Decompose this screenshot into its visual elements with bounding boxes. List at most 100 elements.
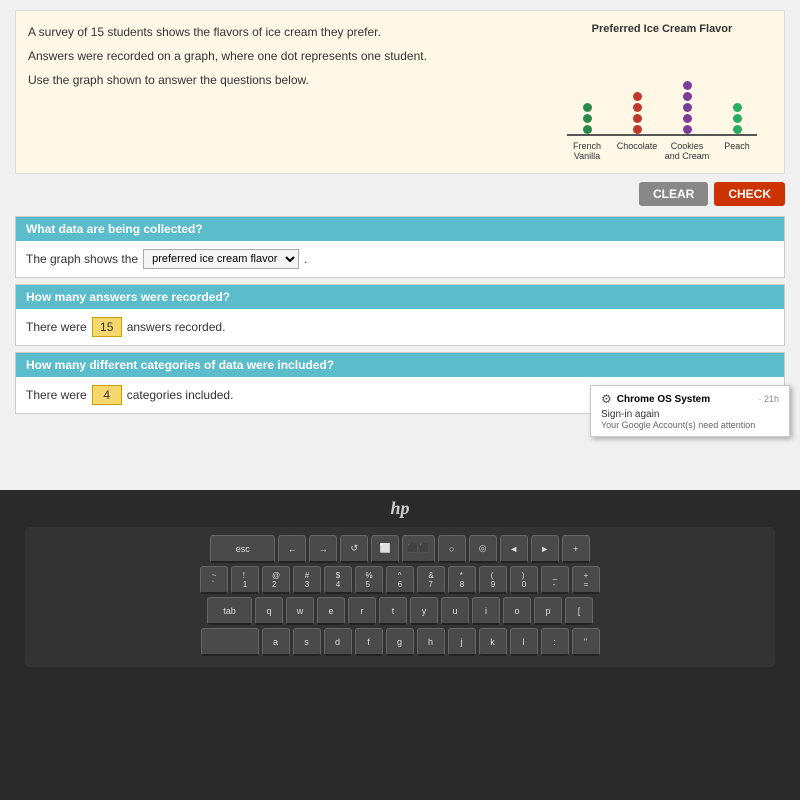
notification-header: ⚙ Chrome OS System · 21h — [601, 392, 779, 406]
problem-section: A survey of 15 students shows the flavor… — [15, 10, 785, 174]
gear-icon: ⚙ — [601, 392, 612, 406]
question-2-body: There were 15 answers recorded. — [16, 309, 784, 345]
key-t[interactable]: t — [379, 597, 407, 625]
label-cookies: Cookiesand Cream — [665, 141, 710, 161]
notification-body: Sign-in again Your Google Account(s) nee… — [601, 409, 779, 430]
key-7[interactable]: &7 — [417, 566, 445, 594]
clear-button[interactable]: CLEAR — [639, 182, 708, 206]
key-refresh[interactable]: ↺ — [340, 535, 368, 563]
question-2-suffix: answers recorded. — [127, 320, 226, 334]
key-r[interactable]: r — [348, 597, 376, 625]
key-semicolon[interactable]: : — [541, 628, 569, 656]
key-bracket-open[interactable]: [ — [565, 597, 593, 625]
key-3[interactable]: #3 — [293, 566, 321, 594]
label-peach: Peach — [715, 141, 760, 161]
dot — [683, 125, 692, 134]
question-3-answer: 4 — [92, 385, 122, 405]
axis-labels: FrenchVanilla Chocolate Cookiesand Cream… — [562, 141, 762, 161]
key-brightness-down[interactable]: ○ — [438, 535, 466, 563]
key-vol-down[interactable]: ◄ — [500, 535, 528, 563]
question-1-body: The graph shows the preferred ice cream … — [16, 241, 784, 277]
key-6[interactable]: ^6 — [386, 566, 414, 594]
key-9[interactable]: (9 — [479, 566, 507, 594]
notification-title: Chrome OS System — [617, 394, 754, 405]
key-5[interactable]: %5 — [355, 566, 383, 594]
key-windows[interactable]: ⬛⬛ — [402, 535, 434, 563]
chocolate-column — [615, 92, 660, 134]
label-chocolate: Chocolate — [615, 141, 660, 161]
key-w[interactable]: w — [286, 597, 314, 625]
question-1-select[interactable]: preferred ice cream flavor — [143, 249, 299, 269]
key-p[interactable]: p — [534, 597, 562, 625]
cookies-column — [665, 81, 710, 134]
key-forward[interactable]: → — [309, 535, 337, 563]
key-fullscreen[interactable]: ⬜ — [371, 535, 399, 563]
question-1-suffix: . — [304, 252, 307, 266]
dot — [683, 92, 692, 101]
french-vanilla-column — [565, 103, 610, 134]
peach-column — [715, 103, 760, 134]
key-8[interactable]: *8 — [448, 566, 476, 594]
key-a[interactable]: a — [262, 628, 290, 656]
key-tilde[interactable]: ~` — [200, 566, 228, 594]
problem-line1: A survey of 15 students shows the flavor… — [28, 23, 542, 41]
dot-plot: FrenchVanilla Chocolate Cookiesand Cream… — [562, 41, 762, 161]
axis-line — [567, 134, 757, 136]
question-1-header: What data are being collected? — [16, 217, 784, 241]
dot — [733, 103, 742, 112]
key-2[interactable]: @2 — [262, 566, 290, 594]
key-j[interactable]: j — [448, 628, 476, 656]
key-l[interactable]: l — [510, 628, 538, 656]
key-o[interactable]: o — [503, 597, 531, 625]
key-mute[interactable]: + — [562, 535, 590, 563]
key-quote[interactable]: " — [572, 628, 600, 656]
dot — [633, 103, 642, 112]
key-g[interactable]: g — [386, 628, 414, 656]
dot — [633, 92, 642, 101]
key-i[interactable]: i — [472, 597, 500, 625]
question-3-suffix: categories included. — [127, 388, 234, 402]
check-button[interactable]: CHECK — [714, 182, 785, 206]
question-3-prefix: There were — [26, 388, 87, 402]
dot — [683, 81, 692, 90]
question-1: What data are being collected? The graph… — [15, 216, 785, 278]
key-s[interactable]: s — [293, 628, 321, 656]
dot — [633, 114, 642, 123]
problem-text: A survey of 15 students shows the flavor… — [28, 23, 542, 161]
notification-time: · 21h — [758, 394, 779, 404]
notification-popup[interactable]: ⚙ Chrome OS System · 21h Sign-in again Y… — [590, 385, 790, 437]
notification-line2: Your Google Account(s) need attention — [601, 420, 779, 430]
key-q[interactable]: q — [255, 597, 283, 625]
key-f[interactable]: f — [355, 628, 383, 656]
question-3-header: How many different categories of data we… — [16, 353, 784, 377]
key-caps[interactable] — [201, 628, 259, 656]
key-u[interactable]: u — [441, 597, 469, 625]
laptop-bottom: h p esc ← → ↺ ⬜ ⬛⬛ ○ ◎ ◄ ► + ~` !1 @2 #3 … — [0, 490, 800, 800]
keyboard: esc ← → ↺ ⬜ ⬛⬛ ○ ◎ ◄ ► + ~` !1 @2 #3 $4 … — [25, 527, 775, 667]
key-0[interactable]: )0 — [510, 566, 538, 594]
key-e[interactable]: e — [317, 597, 345, 625]
key-row-fn: esc ← → ↺ ⬜ ⬛⬛ ○ ◎ ◄ ► + — [33, 535, 767, 563]
question-2-header: How many answers were recorded? — [16, 285, 784, 309]
key-h[interactable]: h — [417, 628, 445, 656]
key-4[interactable]: $4 — [324, 566, 352, 594]
key-tab[interactable]: tab — [207, 597, 252, 625]
dot — [683, 114, 692, 123]
question-2: How many answers were recorded? There we… — [15, 284, 785, 346]
question-2-answer: 15 — [92, 317, 122, 337]
key-esc[interactable]: esc — [210, 535, 275, 563]
key-y[interactable]: y — [410, 597, 438, 625]
key-d[interactable]: d — [324, 628, 352, 656]
dot — [633, 125, 642, 134]
key-vol-up[interactable]: ► — [531, 535, 559, 563]
key-row-qwerty: tab q w e r t y u i o p [ — [33, 597, 767, 625]
key-k[interactable]: k — [479, 628, 507, 656]
key-minus[interactable]: _- — [541, 566, 569, 594]
label-french-vanilla: FrenchVanilla — [565, 141, 610, 161]
key-brightness-up[interactable]: ◎ — [469, 535, 497, 563]
key-back[interactable]: ← — [278, 535, 306, 563]
key-plus[interactable]: += — [572, 566, 600, 594]
chart-container: Preferred Ice Cream Flavor — [552, 23, 772, 161]
key-1[interactable]: !1 — [231, 566, 259, 594]
dot — [583, 125, 592, 134]
